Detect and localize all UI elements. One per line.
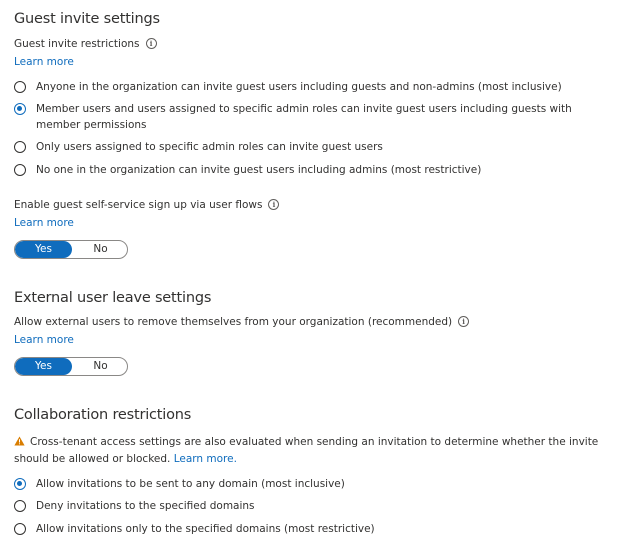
toggle-yes[interactable]: Yes <box>15 358 72 375</box>
toggle-no[interactable]: No <box>72 241 127 258</box>
toggle-yes[interactable]: Yes <box>15 241 72 258</box>
radio-label: Anyone in the organization can invite gu… <box>36 81 562 93</box>
self-service-signup-text: Enable guest self-service sign up via us… <box>14 199 263 211</box>
radio-button-selected[interactable] <box>14 478 26 490</box>
radio-option-no-one[interactable]: No one in the organization can invite gu… <box>14 164 481 178</box>
info-icon[interactable]: i <box>145 38 157 49</box>
guest-invite-restrictions-text: Guest invite restrictions <box>14 38 140 50</box>
radio-option-any-domain[interactable]: Allow invitations to be sent to any doma… <box>14 478 345 492</box>
radio-label: Member users and users assigned to speci… <box>36 101 572 133</box>
radio-label: Deny invitations to the specified domain… <box>36 500 255 512</box>
radio-label-line2: member permissions <box>36 119 147 131</box>
radio-option-only-domains[interactable]: Allow invitations only to the specified … <box>14 523 375 537</box>
external-leave-allow-text: Allow external users to remove themselve… <box>14 316 453 328</box>
external-leave-learn-more-link[interactable]: Learn more <box>14 334 74 346</box>
self-service-learn-more-link[interactable]: Learn more <box>14 217 74 229</box>
radio-button[interactable] <box>14 500 26 512</box>
radio-button[interactable] <box>14 141 26 153</box>
radio-option-anyone[interactable]: Anyone in the organization can invite gu… <box>14 81 562 95</box>
radio-label: Allow invitations to be sent to any doma… <box>36 478 345 490</box>
warning-icon <box>14 435 25 451</box>
learn-more-link[interactable]: Learn more <box>14 56 74 68</box>
warning-text-line1: Cross-tenant access settings are also ev… <box>30 436 599 448</box>
radio-button[interactable] <box>14 164 26 176</box>
radio-option-admin-roles[interactable]: Only users assigned to specific admin ro… <box>14 141 383 155</box>
radio-label: Allow invitations only to the specified … <box>36 523 375 535</box>
self-service-toggle[interactable]: Yes No <box>14 240 128 259</box>
external-leave-toggle[interactable]: Yes No <box>14 357 128 376</box>
radio-label-line1: Member users and users assigned to speci… <box>36 103 572 115</box>
external-leave-allow-label: Allow external users to remove themselve… <box>14 316 470 328</box>
toggle-no[interactable]: No <box>72 358 127 375</box>
radio-option-member-users[interactable]: Member users and users assigned to speci… <box>14 103 572 133</box>
guest-invite-restrictions-label: Guest invite restrictions i <box>14 38 157 50</box>
external-user-leave-title: External user leave settings <box>14 290 212 306</box>
radio-option-deny-domains[interactable]: Deny invitations to the specified domain… <box>14 500 255 514</box>
collaboration-restrictions-title: Collaboration restrictions <box>14 407 192 423</box>
info-icon[interactable]: i <box>268 199 280 210</box>
guest-invite-settings-title: Guest invite settings <box>14 11 160 27</box>
self-service-signup-label: Enable guest self-service sign up via us… <box>14 199 280 211</box>
radio-button[interactable] <box>14 523 26 535</box>
radio-label: Only users assigned to specific admin ro… <box>36 141 383 153</box>
collaboration-warning: Cross-tenant access settings are also ev… <box>14 434 598 467</box>
radio-label: No one in the organization can invite gu… <box>36 164 482 176</box>
radio-button[interactable] <box>14 81 26 93</box>
warning-learn-more-link[interactable]: Learn more. <box>174 453 237 465</box>
settings-page: Guest invite settings Guest invite restr… <box>0 0 622 553</box>
radio-button-selected[interactable] <box>14 103 26 115</box>
warning-text-line2: should be allowed or blocked. <box>14 453 171 465</box>
info-icon[interactable]: i <box>458 316 470 327</box>
